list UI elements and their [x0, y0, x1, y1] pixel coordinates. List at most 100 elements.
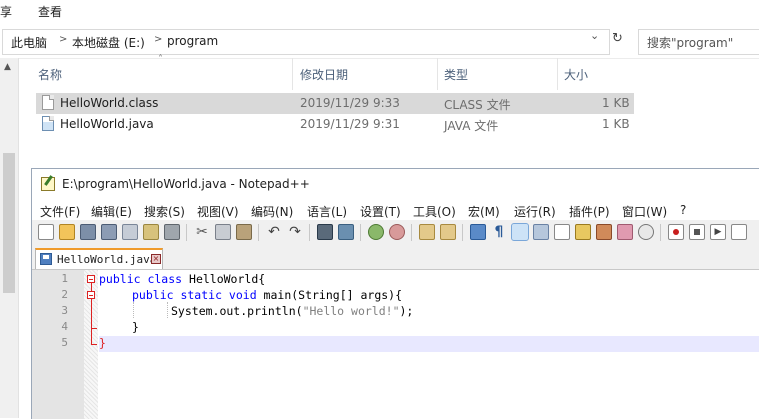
line-number: 1: [61, 272, 68, 285]
close-file-icon[interactable]: [122, 224, 138, 240]
tab-bar: HelloWorld.java ×: [32, 245, 759, 270]
column-divider[interactable]: [437, 58, 438, 90]
toolbar-separator: [462, 224, 463, 241]
breadcrumb-program[interactable]: program: [167, 34, 218, 48]
column-divider[interactable]: [292, 58, 293, 90]
find-icon[interactable]: [317, 224, 333, 240]
toolbar-separator: [309, 224, 310, 241]
replace-icon[interactable]: [338, 224, 354, 240]
code-line-4: }: [132, 319, 139, 335]
zoom-in-icon[interactable]: [368, 224, 384, 240]
zoom-out-icon[interactable]: [389, 224, 405, 240]
notepad-app-icon[interactable]: [41, 177, 55, 191]
title-bar[interactable]: E:\program\HelloWorld.java - Notepad++: [32, 169, 759, 200]
show-all-characters-icon[interactable]: ¶: [491, 224, 507, 240]
menu-help[interactable]: ?: [680, 203, 686, 217]
document-map-icon[interactable]: [554, 224, 570, 240]
chevron-down-icon[interactable]: ⌄: [590, 29, 599, 42]
ribbon-tab-share[interactable]: 享: [0, 3, 12, 20]
window-title: E:\program\HelloWorld.java - Notepad++: [62, 177, 310, 191]
refresh-icon[interactable]: ↻: [612, 32, 626, 46]
scroll-thumb[interactable]: [3, 153, 15, 293]
menu-settings[interactable]: 设置(T): [360, 203, 401, 220]
copy-icon[interactable]: [215, 224, 231, 240]
fold-minus-icon[interactable]: [87, 291, 95, 299]
navigation-pane-scrollbar[interactable]: ▲: [0, 58, 19, 418]
code-text-span: main(String[] args){: [256, 288, 403, 302]
run-macro-multiple-icon[interactable]: [731, 224, 747, 240]
address-row: 此电脑 > 本地磁盘 (E:) > program ⌄ ↻ 搜索"program…: [0, 24, 759, 59]
print-icon[interactable]: [164, 224, 180, 240]
toolbar: ✂ ↶ ↷ ¶ ▶: [32, 220, 759, 246]
menu-window[interactable]: 窗口(W): [622, 203, 667, 220]
file-row[interactable]: HelloWorld.java 2019/11/29 9:31 JAVA 文件 …: [36, 114, 634, 135]
code-text[interactable]: public class HelloWorld{ public static v…: [99, 270, 759, 419]
menu-plugins[interactable]: 插件(P): [569, 203, 610, 220]
toolbar-separator: [186, 224, 187, 241]
menu-search[interactable]: 搜索(S): [144, 203, 185, 220]
indent-guide-icon[interactable]: [511, 223, 529, 241]
word-wrap-icon[interactable]: [470, 224, 486, 240]
eye-icon[interactable]: [638, 224, 654, 240]
save-all-icon[interactable]: [101, 224, 117, 240]
code-line-3: System.out.println("Hello world!");: [171, 303, 413, 319]
line-number: 4: [61, 320, 68, 333]
breadcrumb-drive-e[interactable]: 本地磁盘 (E:): [72, 34, 145, 51]
file-type: CLASS 文件: [444, 98, 511, 112]
close-icon[interactable]: ×: [151, 254, 161, 264]
menu-tools[interactable]: 工具(O): [413, 203, 456, 220]
fold-end-mark: [91, 344, 97, 345]
menu-view[interactable]: 视图(V): [197, 203, 239, 220]
fold-line: [91, 299, 92, 344]
stop-recording-icon[interactable]: [689, 224, 705, 240]
tab-helloworld-java[interactable]: HelloWorld.java ×: [35, 248, 163, 269]
sync-vertical-icon[interactable]: [419, 224, 435, 240]
breadcrumb-this-pc[interactable]: 此电脑: [11, 34, 47, 51]
chevron-right-icon[interactable]: >: [154, 34, 162, 45]
menu-macro[interactable]: 宏(M): [468, 203, 500, 220]
menu-edit[interactable]: 编辑(E): [91, 203, 132, 220]
sort-ascending-icon: ˄: [158, 54, 163, 65]
string-literal: "Hello world!": [302, 304, 400, 318]
search-placeholder: 搜索"program": [647, 36, 734, 50]
file-size: 1 KB: [602, 117, 630, 131]
column-divider[interactable]: [557, 58, 558, 90]
toolbar-separator: [360, 224, 361, 241]
save-icon[interactable]: [80, 224, 96, 240]
code-text-span: );: [399, 304, 414, 318]
paste-icon[interactable]: [236, 224, 252, 240]
file-row[interactable]: HelloWorld.class 2019/11/29 9:33 CLASS 文…: [36, 93, 634, 114]
code-line-5: }: [99, 335, 106, 351]
file-date: 2019/11/29 9:31: [300, 117, 400, 131]
fold-minus-icon[interactable]: [87, 275, 95, 283]
menu-encoding[interactable]: 编码(N): [251, 203, 293, 220]
open-folder-icon[interactable]: [59, 224, 75, 240]
menu-run[interactable]: 运行(R): [514, 203, 556, 220]
cut-icon[interactable]: ✂: [194, 224, 210, 240]
monitoring-icon[interactable]: [617, 224, 633, 240]
ribbon-tabs: 享 查看: [0, 0, 759, 25]
user-defined-language-icon[interactable]: [533, 224, 549, 240]
record-macro-icon[interactable]: [668, 224, 684, 240]
file-type: JAVA 文件: [444, 119, 499, 133]
address-bar[interactable]: 此电脑 > 本地磁盘 (E:) > program: [2, 29, 610, 55]
menu-file[interactable]: 文件(F): [40, 203, 80, 220]
new-file-icon[interactable]: [38, 224, 54, 240]
file-name: HelloWorld.java: [60, 117, 154, 131]
line-number: 5: [61, 336, 68, 349]
folder-as-workspace-icon[interactable]: [596, 224, 612, 240]
ribbon-tab-view[interactable]: 查看: [38, 3, 62, 20]
redo-icon[interactable]: ↷: [287, 224, 303, 240]
menu-language[interactable]: 语言(L): [307, 203, 347, 220]
close-all-icon[interactable]: [143, 224, 159, 240]
code-text-span: }: [99, 336, 106, 350]
toolbar-separator: [660, 224, 661, 241]
chevron-right-icon[interactable]: >: [59, 34, 67, 45]
sync-horizontal-icon[interactable]: [440, 224, 456, 240]
undo-icon[interactable]: ↶: [266, 224, 282, 240]
code-editor[interactable]: 1 2 3 4 5 public class HelloWorld{ publi…: [32, 270, 759, 419]
search-input[interactable]: 搜索"program": [638, 29, 759, 55]
scroll-up-icon[interactable]: ▲: [4, 62, 11, 72]
function-list-icon[interactable]: [575, 224, 591, 240]
play-macro-icon[interactable]: ▶: [710, 224, 726, 240]
